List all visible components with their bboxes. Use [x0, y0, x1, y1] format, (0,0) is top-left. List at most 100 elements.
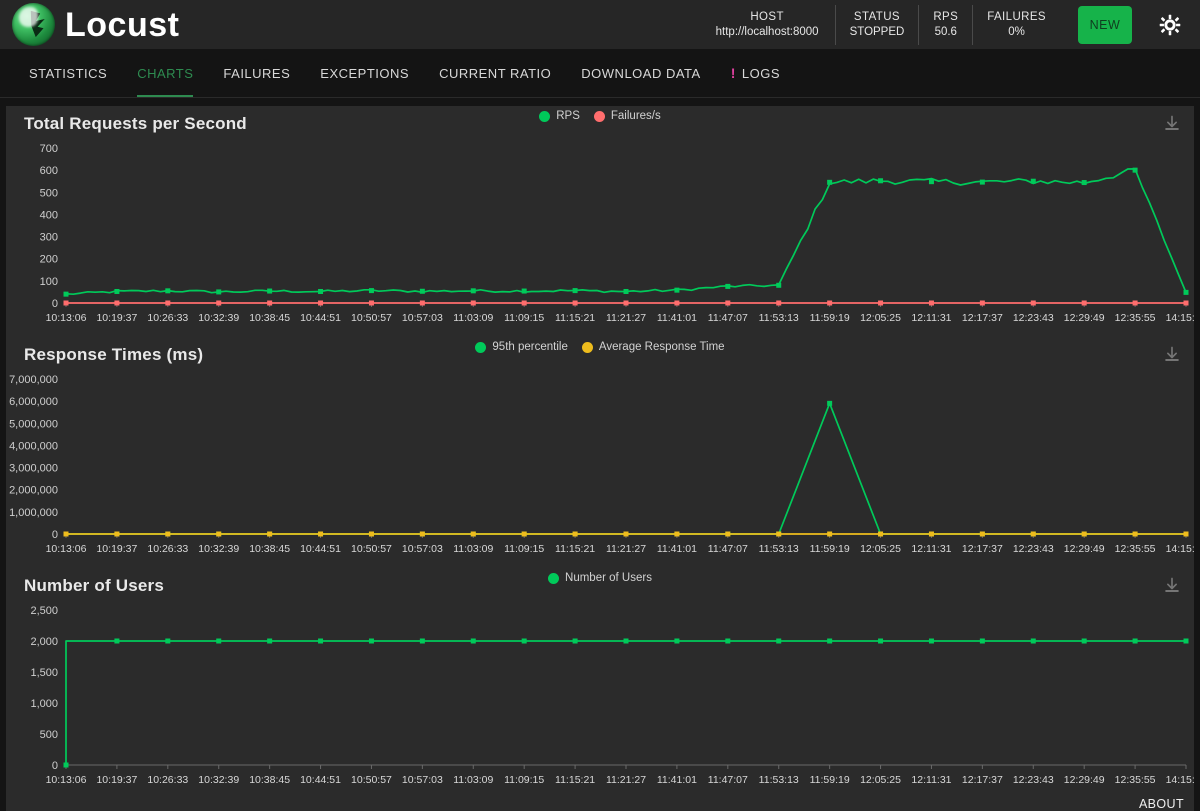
download-icon-chart2[interactable] — [1162, 345, 1182, 365]
chart2-plot[interactable]: 0 1,000,000 2,000,000 3,000,000 4,000,000 5,0… — [6, 373, 1194, 568]
legend-item-failures: Failures/s — [593, 110, 661, 122]
svg-text:10:13:06: 10:13:06 — [46, 543, 87, 555]
svg-text:11:47:07: 11:47:07 — [708, 543, 748, 555]
svg-text:2,000,000: 2,000,000 — [9, 485, 58, 497]
legend-label-rps: RPS — [556, 110, 580, 122]
chart1-header: Total Requests per Second RPS Failures/s — [6, 106, 1194, 142]
svg-text:11:15:21: 11:15:21 — [555, 312, 595, 324]
legend-label-avg: Average Response Time — [598, 341, 725, 353]
svg-text:11:41:01: 11:41:01 — [657, 312, 697, 324]
tab-failures[interactable]: FAILURES — [208, 49, 305, 97]
tab-current-ratio-label: CURRENT RATIO — [439, 65, 552, 81]
tab-statistics[interactable]: STATISTICS — [14, 49, 122, 97]
svg-text:10:44:51: 10:44:51 — [300, 543, 341, 555]
tab-current-ratio[interactable]: CURRENT RATIO — [424, 49, 566, 97]
svg-text:2,500: 2,500 — [30, 605, 58, 617]
svg-text:1,000,000: 1,000,000 — [9, 507, 58, 519]
svg-text:500: 500 — [40, 187, 58, 199]
svg-text:0: 0 — [52, 760, 58, 772]
tab-charts[interactable]: CHARTS — [122, 49, 208, 97]
chart3-header: Number of Users Number of Users — [6, 568, 1194, 604]
svg-text:10:38:45: 10:38:45 — [249, 774, 290, 786]
svg-text:10:57:03: 10:57:03 — [402, 774, 443, 786]
charts-panel: Total Requests per Second RPS Failures/s — [6, 106, 1194, 811]
svg-text:14:15:45: 14:15:45 — [1166, 543, 1194, 555]
svg-text:11:09:15: 11:09:15 — [504, 543, 544, 555]
svg-text:12:35:55: 12:35:55 — [1115, 312, 1156, 324]
svg-text:11:47:07: 11:47:07 — [708, 774, 748, 786]
legend-label-failures: Failures/s — [610, 110, 661, 122]
svg-text:1,500: 1,500 — [30, 667, 58, 679]
tab-logs[interactable]: ! LOGS — [716, 49, 795, 97]
svg-text:10:19:37: 10:19:37 — [96, 312, 137, 324]
legend-dot-rps — [539, 110, 551, 122]
tab-download-data-label: DOWNLOAD DATA — [581, 65, 701, 81]
svg-text:500: 500 — [40, 729, 58, 741]
chart1-plot[interactable]: 0 100 200 300 400 500 600 700 10:13:06 10:19:37 10… — [6, 142, 1194, 337]
tab-charts-label: CHARTS — [137, 65, 194, 81]
about-link[interactable]: ABOUT — [1139, 797, 1184, 811]
svg-text:11:03:09: 11:03:09 — [453, 543, 493, 555]
svg-text:10:50:57: 10:50:57 — [351, 543, 392, 555]
svg-text:10:19:37: 10:19:37 — [96, 543, 137, 555]
stat-host-label: HOST — [750, 11, 784, 23]
tab-download-data[interactable]: DOWNLOAD DATA — [566, 49, 715, 97]
svg-text:10:50:57: 10:50:57 — [351, 312, 392, 324]
svg-text:6,000,000: 6,000,000 — [9, 396, 58, 408]
svg-text:10:38:45: 10:38:45 — [249, 543, 290, 555]
chart-total-requests-per-second: Total Requests per Second RPS Failures/s — [6, 106, 1194, 337]
svg-text:10:32:39: 10:32:39 — [198, 543, 239, 555]
tab-exceptions-label: EXCEPTIONS — [320, 65, 410, 81]
svg-text:10:19:37: 10:19:37 — [96, 774, 137, 786]
stat-failures-label: FAILURES — [987, 11, 1046, 23]
svg-text:10:44:51: 10:44:51 — [300, 774, 341, 786]
new-test-button[interactable]: NEW — [1078, 5, 1132, 44]
app-header: Locust HOST http://localhost:8000 STATUS… — [0, 0, 1200, 49]
svg-text:11:03:09: 11:03:09 — [453, 774, 493, 786]
svg-text:11:21:27: 11:21:27 — [606, 774, 646, 786]
svg-text:12:17:37: 12:17:37 — [962, 312, 1003, 324]
tab-logs-label: LOGS — [741, 65, 780, 81]
svg-text:12:05:25: 12:05:25 — [860, 774, 901, 786]
download-icon-chart1[interactable] — [1162, 114, 1182, 134]
stat-rps: RPS 50.6 — [919, 4, 974, 45]
tab-statistics-label: STATISTICS — [29, 65, 108, 81]
svg-text:12:17:37: 12:17:37 — [962, 774, 1003, 786]
svg-text:10:32:39: 10:32:39 — [198, 774, 239, 786]
chart-number-of-users: Number of Users Number of Users 0 500 1,00… — [6, 568, 1194, 799]
locust-logo-icon — [12, 3, 55, 46]
svg-text:10:38:45: 10:38:45 — [249, 312, 290, 324]
svg-text:12:23:43: 12:23:43 — [1013, 312, 1054, 324]
stat-host: HOST http://localhost:8000 — [700, 4, 836, 45]
stat-failures-value: 0% — [1008, 26, 1025, 38]
chart3-plot[interactable]: 0 500 1,000 1,500 2,000 2,500 10:13:06 10:19:37… — [6, 604, 1194, 799]
svg-text:10:26:33: 10:26:33 — [147, 543, 188, 555]
alert-exclamation-icon: ! — [730, 65, 736, 81]
svg-text:1,000: 1,000 — [30, 698, 58, 710]
svg-text:700: 700 — [40, 143, 58, 155]
legend-item-p95: 95th percentile — [475, 341, 568, 353]
svg-text:11:53:13: 11:53:13 — [759, 312, 799, 324]
svg-text:11:53:13: 11:53:13 — [759, 543, 799, 555]
tab-exceptions[interactable]: EXCEPTIONS — [305, 49, 424, 97]
svg-text:11:15:21: 11:15:21 — [555, 543, 595, 555]
legend-item-users: Number of Users — [548, 572, 652, 584]
app-title: Locust — [65, 5, 180, 44]
chart-response-times: Response Times (ms) 95th percentile Aver… — [6, 337, 1194, 568]
svg-text:12:35:55: 12:35:55 — [1115, 543, 1156, 555]
chart2-title: Response Times (ms) — [24, 345, 204, 364]
download-icon-chart3[interactable] — [1162, 576, 1182, 596]
svg-text:10:44:51: 10:44:51 — [300, 312, 341, 324]
chart1-title: Total Requests per Second — [24, 114, 247, 133]
svg-text:0: 0 — [52, 529, 58, 541]
legend-label-users: Number of Users — [565, 572, 652, 584]
gear-icon[interactable] — [1158, 13, 1182, 37]
stat-rps-value: 50.6 — [934, 26, 957, 38]
svg-text:12:05:25: 12:05:25 — [860, 312, 901, 324]
stat-rps-label: RPS — [933, 11, 959, 23]
legend-item-rps: RPS — [539, 110, 580, 122]
svg-text:12:05:25: 12:05:25 — [860, 543, 901, 555]
svg-text:10:26:33: 10:26:33 — [147, 312, 188, 324]
brand: Locust — [12, 3, 179, 46]
svg-text:12:23:43: 12:23:43 — [1013, 543, 1054, 555]
